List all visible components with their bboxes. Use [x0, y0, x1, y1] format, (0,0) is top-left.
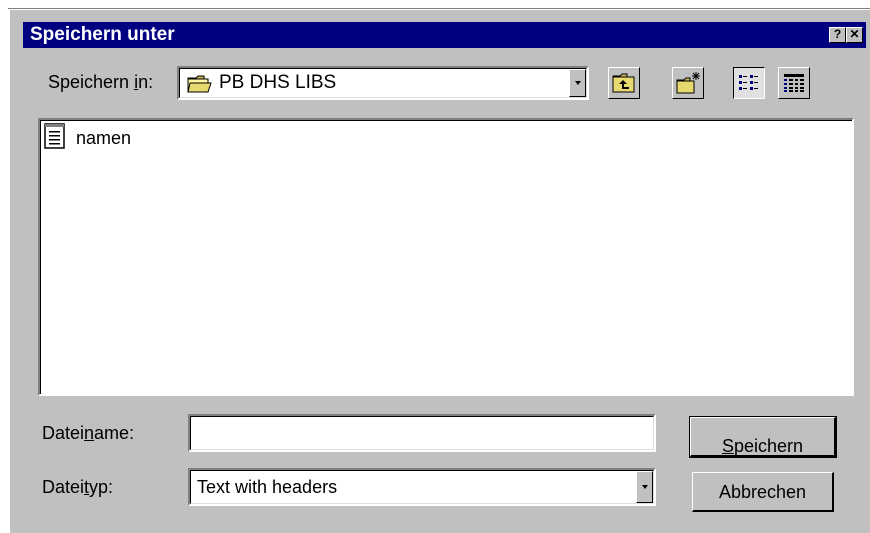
cancel-button[interactable]: Abbrechen — [692, 472, 834, 512]
close-button[interactable]: ✕ — [846, 27, 863, 43]
help-button[interactable]: ? — [829, 27, 846, 43]
cancel-button-label: Abbrechen — [718, 482, 807, 502]
new-folder-button[interactable] — [672, 67, 704, 99]
filename-label: Dateiname: — [42, 423, 134, 444]
save-button[interactable]: Speichern — [689, 416, 837, 458]
filetype-select[interactable]: Text with headers — [188, 468, 656, 506]
file-list-inner — [40, 120, 852, 394]
filetype-label-pre: Datei — [42, 477, 85, 497]
file-list[interactable]: namen — [38, 118, 854, 396]
save-in-label: Speichern in: — [48, 72, 153, 93]
save-in-value: PB DHS LIBS — [219, 72, 337, 93]
up-folder-icon — [612, 73, 636, 98]
filetype-value: Text with headers — [197, 477, 338, 497]
up-one-level-button[interactable] — [608, 67, 640, 99]
save-in-combo[interactable]: PB DHS LIBS — [177, 66, 589, 100]
save-in-dropdown-button[interactable] — [569, 69, 586, 97]
details-view-icon — [783, 73, 805, 98]
filename-label-post: ame: — [94, 423, 135, 443]
filetype-label-post: yp: — [89, 477, 114, 497]
save-in-label-pre: Speichern — [48, 72, 135, 92]
list-item[interactable]: namen — [44, 122, 132, 154]
save-button-accel: S — [721, 436, 734, 456]
filetype-label: Dateityp: — [42, 477, 113, 498]
filename-label-accel: n — [84, 423, 95, 443]
filetype-dropdown-button[interactable] — [636, 471, 653, 503]
dialog-title: Speichern unter — [30, 24, 175, 45]
details-view-button[interactable] — [778, 67, 810, 99]
chevron-down-icon — [642, 485, 648, 489]
save-button-rest: peichern — [733, 436, 804, 456]
filename-input[interactable] — [188, 414, 656, 452]
chevron-down-icon — [575, 81, 581, 85]
new-folder-icon — [676, 71, 702, 100]
title-bar[interactable]: Speichern unter ? ✕ — [23, 22, 866, 48]
text-document-icon — [44, 122, 66, 154]
file-name: namen — [76, 127, 132, 148]
save-in-label-post: n: — [138, 72, 154, 92]
list-view-button[interactable] — [733, 67, 765, 99]
save-button-label: Speichern — [722, 427, 803, 456]
filename-label-pre: Datei — [42, 423, 85, 443]
folder-icon — [187, 74, 213, 99]
filename-input-inner — [190, 416, 654, 450]
list-view-icon — [738, 73, 760, 98]
